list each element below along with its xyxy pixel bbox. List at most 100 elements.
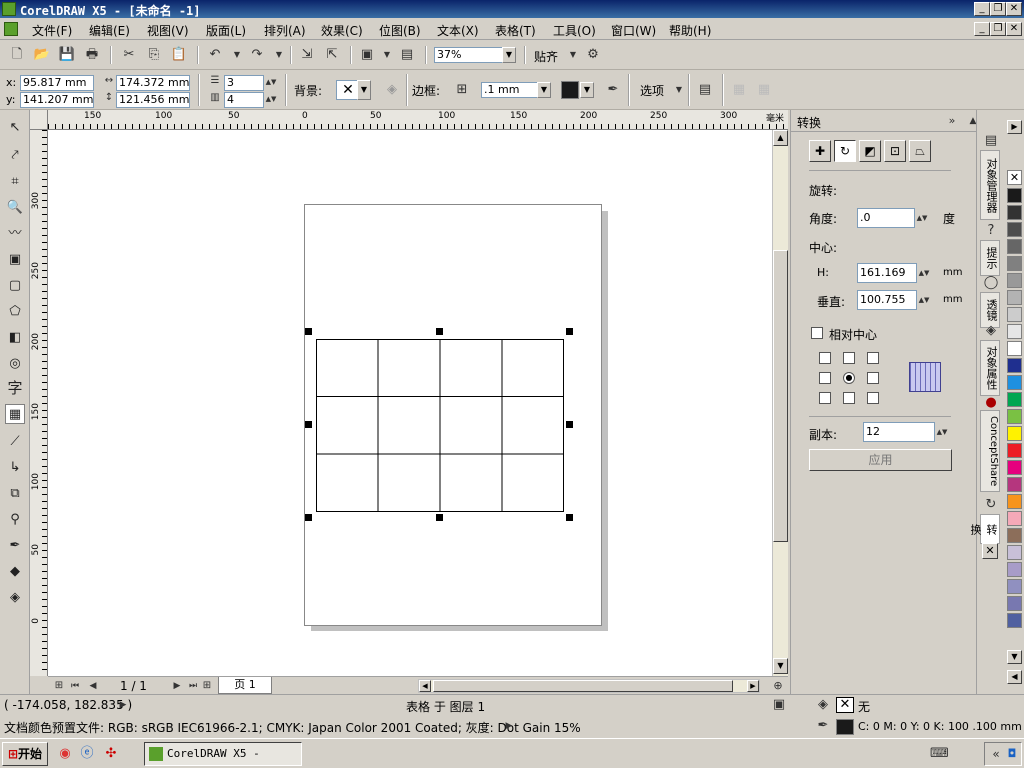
maximize-button[interactable]: ❐	[990, 2, 1006, 16]
redo-icon[interactable]: ↷	[248, 46, 266, 64]
menu-help[interactable]: 帮助(H)	[669, 22, 711, 39]
vertical-scroll-thumb[interactable]	[773, 250, 788, 542]
chrome-icon[interactable]: ◉	[56, 745, 74, 763]
columns-spinner-icon[interactable]: ▲▼	[264, 92, 278, 106]
horizontal-scroll-thumb[interactable]	[433, 680, 733, 692]
smart-fill-tool-icon[interactable]: ▣	[5, 250, 25, 270]
outline-color-swatch[interactable]	[836, 719, 854, 735]
edit-fill-icon[interactable]: ◈	[383, 81, 401, 99]
basic-shapes-tool-icon[interactable]: ◧	[5, 328, 25, 348]
height-field[interactable]: 121.456 mm	[116, 92, 190, 108]
crop-tool-icon[interactable]: ⌗	[5, 172, 25, 192]
skew-transform-icon[interactable]: ⏢	[909, 140, 931, 162]
position-transform-icon[interactable]: ✚	[809, 140, 831, 162]
next-page-icon[interactable]: ▶	[170, 677, 184, 695]
rectangle-tool-icon[interactable]: ▢	[5, 276, 25, 296]
angle-field[interactable]: .0	[857, 208, 915, 228]
selection-handle[interactable]	[566, 328, 573, 335]
menu-edit[interactable]: 编辑(E)	[89, 22, 130, 39]
palette-swatch[interactable]	[1007, 528, 1022, 543]
navigator-icon[interactable]: ⊕	[770, 677, 786, 695]
center-h-spinner-icon[interactable]: ▲▼	[917, 264, 931, 282]
background-none-icon[interactable]: ✕	[336, 80, 358, 100]
open-icon[interactable]: 📂	[33, 46, 51, 64]
close-button[interactable]: ✕	[1006, 2, 1022, 16]
palette-swatch[interactable]	[1007, 562, 1022, 577]
palette-swatch[interactable]	[1007, 494, 1022, 509]
rows-spinner-icon[interactable]: ▲▼	[264, 75, 278, 89]
fill-tool-icon[interactable]: ◆	[5, 562, 25, 582]
palette-swatch[interactable]	[1007, 358, 1022, 373]
palette-swatch[interactable]	[1007, 188, 1022, 203]
tab-hints[interactable]: 提示	[980, 240, 1000, 276]
border-color-swatch[interactable]	[561, 81, 579, 99]
horizontal-ruler[interactable]: 150 100 50 0 50 100 150 200 250 300 毫米	[48, 110, 788, 130]
docker-expand-icon[interactable]: »	[943, 112, 961, 130]
no-color-swatch[interactable]: ✕	[1007, 170, 1022, 185]
page-tab[interactable]: 页 1	[218, 677, 272, 694]
snap-to-menu[interactable]: 贴齐	[534, 48, 558, 65]
palette-flyout-icon[interactable]: ◀	[1007, 670, 1022, 684]
anchor-top-left[interactable]	[819, 352, 831, 364]
fill-none-swatch[interactable]: ✕	[836, 697, 854, 713]
anchor-bottom-right[interactable]	[867, 392, 879, 404]
coords-arrow-icon[interactable]: ▶	[114, 696, 132, 714]
menu-window[interactable]: 窗口(W)	[611, 22, 656, 39]
snap-dropdown-icon[interactable]: ▼	[564, 46, 582, 64]
minimize-button[interactable]: _	[974, 2, 990, 16]
tab-object-manager[interactable]: 对象管理器	[980, 150, 1000, 220]
tab-transformation[interactable]: 转换	[969, 514, 1000, 544]
add-page-before-icon[interactable]: ⊞	[52, 677, 66, 695]
copy-icon[interactable]: ⎘	[145, 46, 163, 64]
table-rows-field[interactable]: 3	[224, 75, 264, 91]
border-selection-icon[interactable]: ⊞	[453, 81, 471, 99]
scroll-right-icon[interactable]: ▶	[747, 680, 759, 692]
palette-swatch[interactable]	[1007, 307, 1022, 322]
anchor-middle-right[interactable]	[867, 372, 879, 384]
selection-handle[interactable]	[566, 421, 573, 428]
palette-swatch[interactable]	[1007, 324, 1022, 339]
apply-button[interactable]: 应用	[809, 449, 952, 471]
center-h-field[interactable]: 161.169	[857, 263, 917, 283]
tray-network-icon[interactable]: ◘	[1003, 745, 1021, 763]
selection-handle[interactable]	[305, 421, 312, 428]
menu-table[interactable]: 表格(T)	[495, 22, 536, 39]
palette-scroll-up-icon[interactable]: ▶	[1007, 120, 1022, 134]
new-document-icon[interactable]: 🗋	[8, 46, 26, 64]
width-field[interactable]: 174.372 mm	[116, 75, 190, 91]
redo-dropdown-icon[interactable]: ▼	[270, 46, 288, 64]
relative-center-checkbox[interactable]	[811, 327, 823, 339]
background-dropdown-icon[interactable]: ▼	[357, 80, 371, 100]
import-icon[interactable]: ⇲	[298, 46, 316, 64]
connector-tool-icon[interactable]: ↳	[5, 458, 25, 478]
scroll-down-icon[interactable]: ▼	[773, 658, 788, 674]
text-tool-icon[interactable]: 字	[5, 378, 25, 398]
close-tab-icon[interactable]: ✕	[982, 543, 998, 559]
palette-swatch[interactable]	[1007, 375, 1022, 390]
border-color-dropdown-icon[interactable]: ▼	[580, 82, 594, 98]
first-page-icon[interactable]: ⏮	[68, 677, 82, 695]
center-v-field[interactable]: 100.755	[857, 290, 917, 310]
scale-mirror-icon[interactable]: ◩	[859, 140, 881, 162]
palette-swatch[interactable]	[1007, 290, 1022, 305]
polygon-tool-icon[interactable]: ⬠	[5, 302, 25, 322]
palette-swatch[interactable]	[1007, 443, 1022, 458]
freehand-tool-icon[interactable]: 〰	[5, 224, 25, 244]
vertical-ruler[interactable]: 300 250 200 150 100 50 0	[30, 130, 48, 676]
ruler-origin[interactable]	[30, 110, 48, 130]
anchor-bottom-left[interactable]	[819, 392, 831, 404]
palette-swatch[interactable]	[1007, 613, 1022, 628]
outline-pen-icon[interactable]: ✒	[604, 81, 622, 99]
undo-dropdown-icon[interactable]: ▼	[228, 46, 246, 64]
cut-icon[interactable]: ✂	[120, 46, 138, 64]
save-icon[interactable]: 💾	[58, 46, 76, 64]
size-transform-icon[interactable]: ⊡	[884, 140, 906, 162]
selection-handle[interactable]	[305, 514, 312, 521]
add-page-after-icon[interactable]: ⊞	[200, 677, 214, 695]
menu-tools[interactable]: 工具(O)	[553, 22, 596, 39]
tab-conceptshare[interactable]: ConceptShare	[980, 410, 1000, 492]
doc-close-button[interactable]: ✕	[1006, 22, 1022, 36]
ellipse-tool-icon[interactable]: ◎	[5, 354, 25, 374]
menu-arrange[interactable]: 排列(A)	[264, 22, 306, 39]
palette-scroll-down-icon[interactable]: ▼	[1007, 650, 1022, 664]
